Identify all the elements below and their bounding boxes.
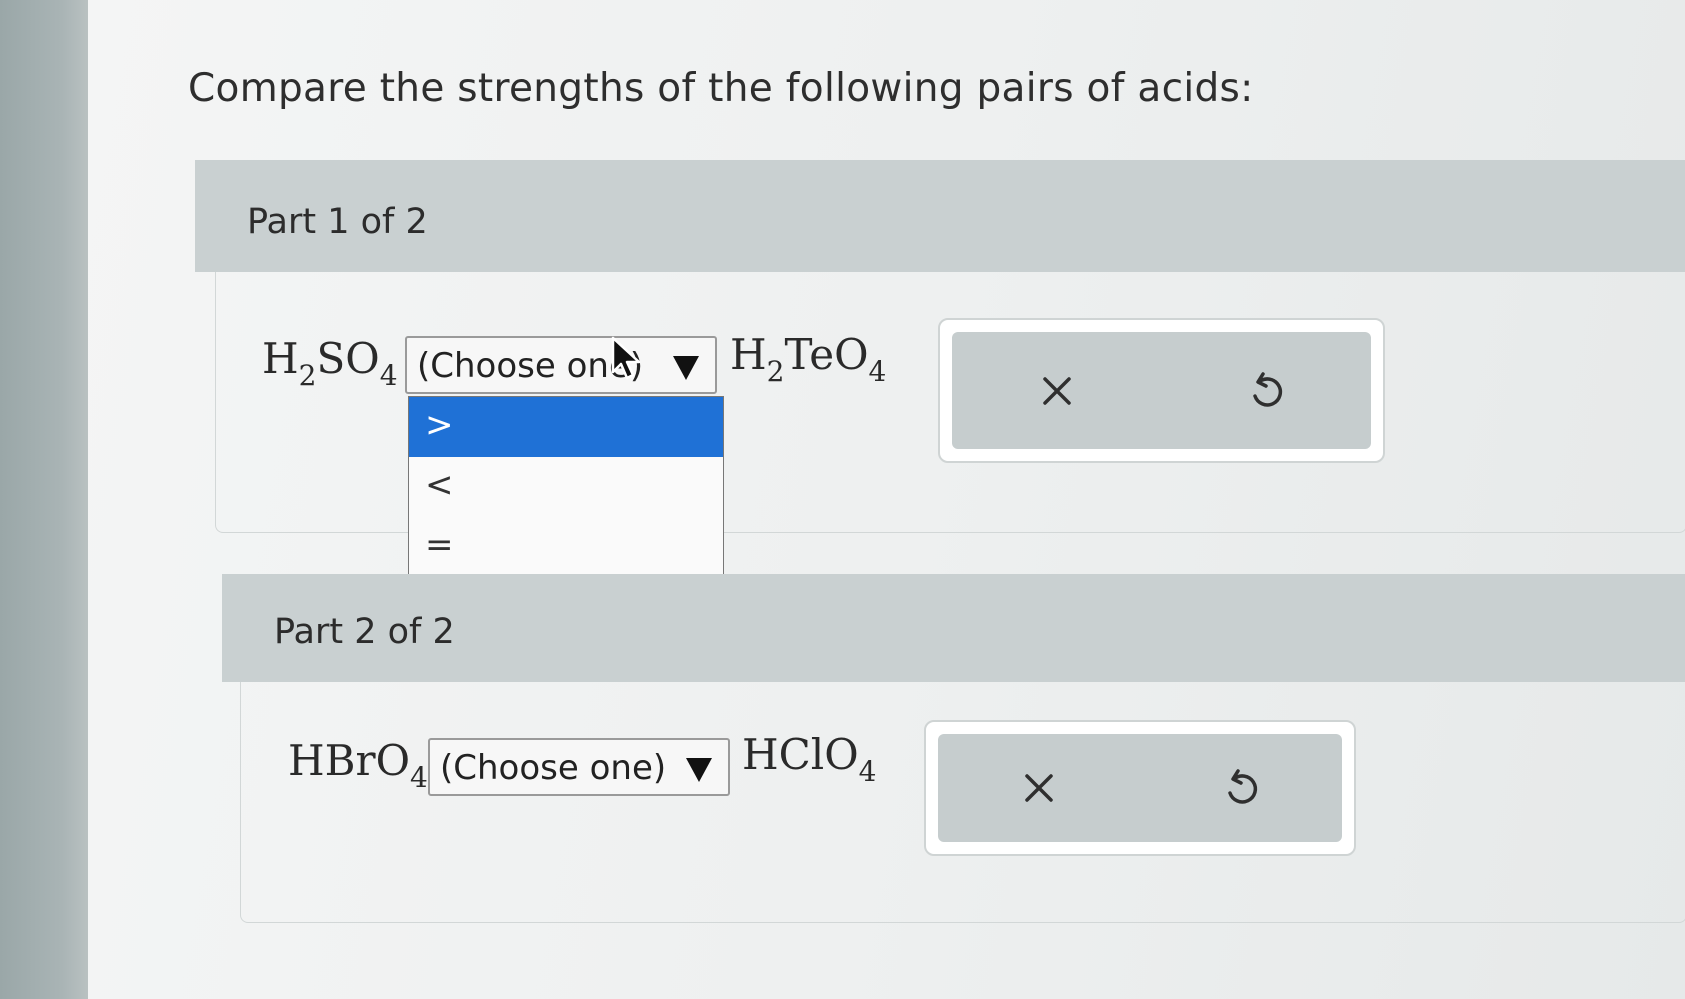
part1-comparison-select[interactable]: (Choose one) [405, 336, 717, 394]
part2-right-formula: HClO4 [742, 730, 876, 788]
formula-text: SO [316, 334, 380, 383]
formula-subscript: 4 [410, 761, 428, 794]
part2-action-buttons [938, 734, 1342, 842]
part2-title: Part 2 of 2 [274, 612, 455, 652]
formula-subscript: 4 [379, 359, 398, 392]
part2-clear-button[interactable] [938, 734, 1140, 842]
part1-left-formula: H2SO4 [262, 334, 398, 392]
formula-subscript: 2 [766, 355, 785, 388]
part2-header: Part 2 of 2 [222, 574, 1685, 682]
part2-comparison-select[interactable]: (Choose one) [428, 738, 730, 796]
option-label: = [425, 525, 454, 565]
formula-subscript: 4 [858, 755, 877, 788]
undo-icon [1228, 769, 1258, 804]
x-icon [1025, 774, 1053, 802]
dropdown-option-less[interactable]: < [409, 457, 723, 517]
left-sidebar-strip [0, 0, 88, 999]
part1-clear-button[interactable] [952, 332, 1162, 449]
undo-icon [1253, 371, 1283, 407]
triangle-down-icon [673, 356, 699, 380]
part2-action-panel [924, 720, 1356, 856]
part2-undo-button[interactable] [1140, 734, 1342, 842]
part1-action-buttons [952, 332, 1371, 449]
part2-left-formula: HBrO4 [288, 736, 428, 794]
formula-text: HClO [742, 730, 859, 779]
formula-text: HBrO [288, 736, 411, 785]
x-icon [1043, 376, 1071, 405]
formula-text: TeO [784, 330, 869, 379]
option-label: > [425, 405, 454, 445]
question-prompt: Compare the strengths of the following p… [188, 66, 1254, 111]
formula-text: H [730, 330, 767, 379]
part1-action-panel [938, 318, 1385, 463]
part1-header: Part 1 of 2 [195, 160, 1685, 272]
formula-subscript: 4 [868, 355, 887, 388]
dropdown-option-greater[interactable]: > [409, 397, 723, 457]
triangle-down-icon [686, 758, 712, 782]
dropdown-option-equal[interactable]: = [409, 517, 723, 577]
option-label: < [425, 465, 454, 505]
select-value: (Choose one) [440, 748, 667, 788]
mouse-pointer-icon [610, 336, 646, 386]
part1-dropdown-list: > < = [408, 396, 724, 580]
formula-text: H [262, 334, 299, 383]
formula-subscript: 2 [298, 359, 317, 392]
part1-right-formula: H2TeO4 [730, 330, 886, 388]
part1-title: Part 1 of 2 [247, 202, 428, 242]
part1-undo-button[interactable] [1162, 332, 1372, 449]
